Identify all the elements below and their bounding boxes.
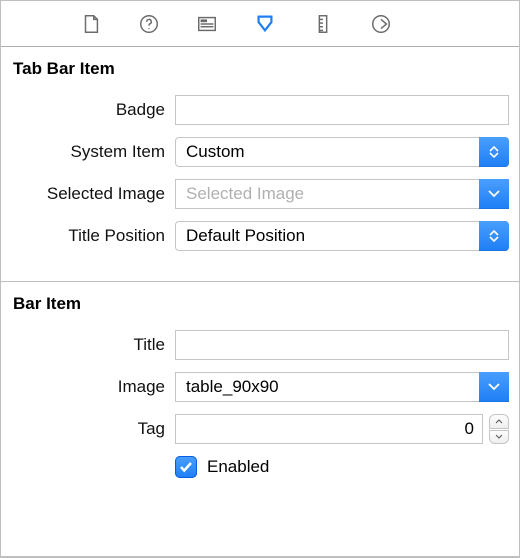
file-inspector-icon[interactable] bbox=[79, 12, 103, 36]
image-value: table_90x90 bbox=[186, 377, 279, 397]
image-label: Image bbox=[11, 377, 175, 397]
selected-image-combo[interactable]: Selected Image bbox=[175, 179, 509, 209]
title-position-label: Title Position bbox=[11, 226, 175, 246]
section-title: Tab Bar Item bbox=[11, 55, 509, 89]
tag-input[interactable] bbox=[175, 414, 483, 444]
system-item-popup[interactable]: Custom bbox=[175, 137, 509, 167]
title-position-value: Default Position bbox=[186, 226, 305, 246]
chevron-down-icon bbox=[479, 179, 509, 209]
tag-label: Tag bbox=[11, 419, 175, 439]
badge-input[interactable] bbox=[175, 95, 509, 125]
title-input[interactable] bbox=[175, 330, 509, 360]
title-label: Title bbox=[11, 335, 175, 355]
tag-stepper[interactable] bbox=[489, 414, 509, 444]
attributes-inspector-icon[interactable] bbox=[253, 12, 277, 36]
selected-image-placeholder: Selected Image bbox=[186, 184, 304, 204]
badge-label: Badge bbox=[11, 100, 175, 120]
chevron-down-icon bbox=[479, 372, 509, 402]
updown-icon bbox=[479, 221, 509, 251]
enabled-checkbox[interactable] bbox=[175, 456, 197, 478]
selected-image-label: Selected Image bbox=[11, 184, 175, 204]
stepper-up-icon[interactable] bbox=[489, 414, 509, 429]
section-tab-bar-item: Tab Bar Item Badge System Item Custom Se… bbox=[1, 47, 519, 281]
stepper-down-icon[interactable] bbox=[489, 430, 509, 445]
inspector-tab-bar bbox=[1, 1, 519, 47]
enabled-label: Enabled bbox=[207, 457, 269, 477]
image-combo[interactable]: table_90x90 bbox=[175, 372, 509, 402]
section-title: Bar Item bbox=[11, 290, 509, 324]
size-inspector-icon[interactable] bbox=[311, 12, 335, 36]
updown-icon bbox=[479, 137, 509, 167]
section-bar-item: Bar Item Title Image table_90x90 Tag bbox=[1, 282, 519, 508]
system-item-value: Custom bbox=[186, 142, 245, 162]
identity-inspector-icon[interactable] bbox=[195, 12, 219, 36]
divider bbox=[1, 556, 519, 557]
title-position-popup[interactable]: Default Position bbox=[175, 221, 509, 251]
help-inspector-icon[interactable] bbox=[137, 12, 161, 36]
connections-inspector-icon[interactable] bbox=[369, 12, 393, 36]
system-item-label: System Item bbox=[11, 142, 175, 162]
